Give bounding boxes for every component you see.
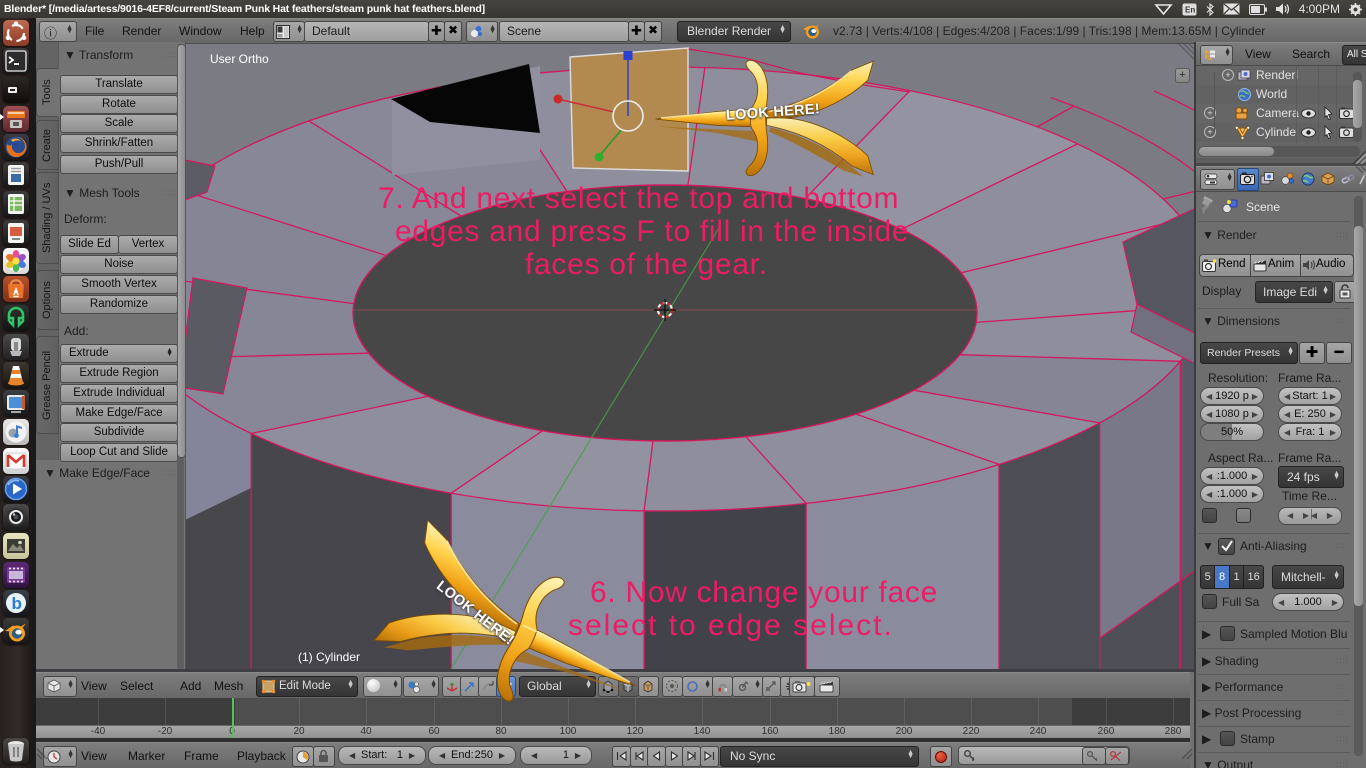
svg-text:En: En <box>1185 5 1195 14</box>
svg-text:b: b <box>12 594 22 613</box>
